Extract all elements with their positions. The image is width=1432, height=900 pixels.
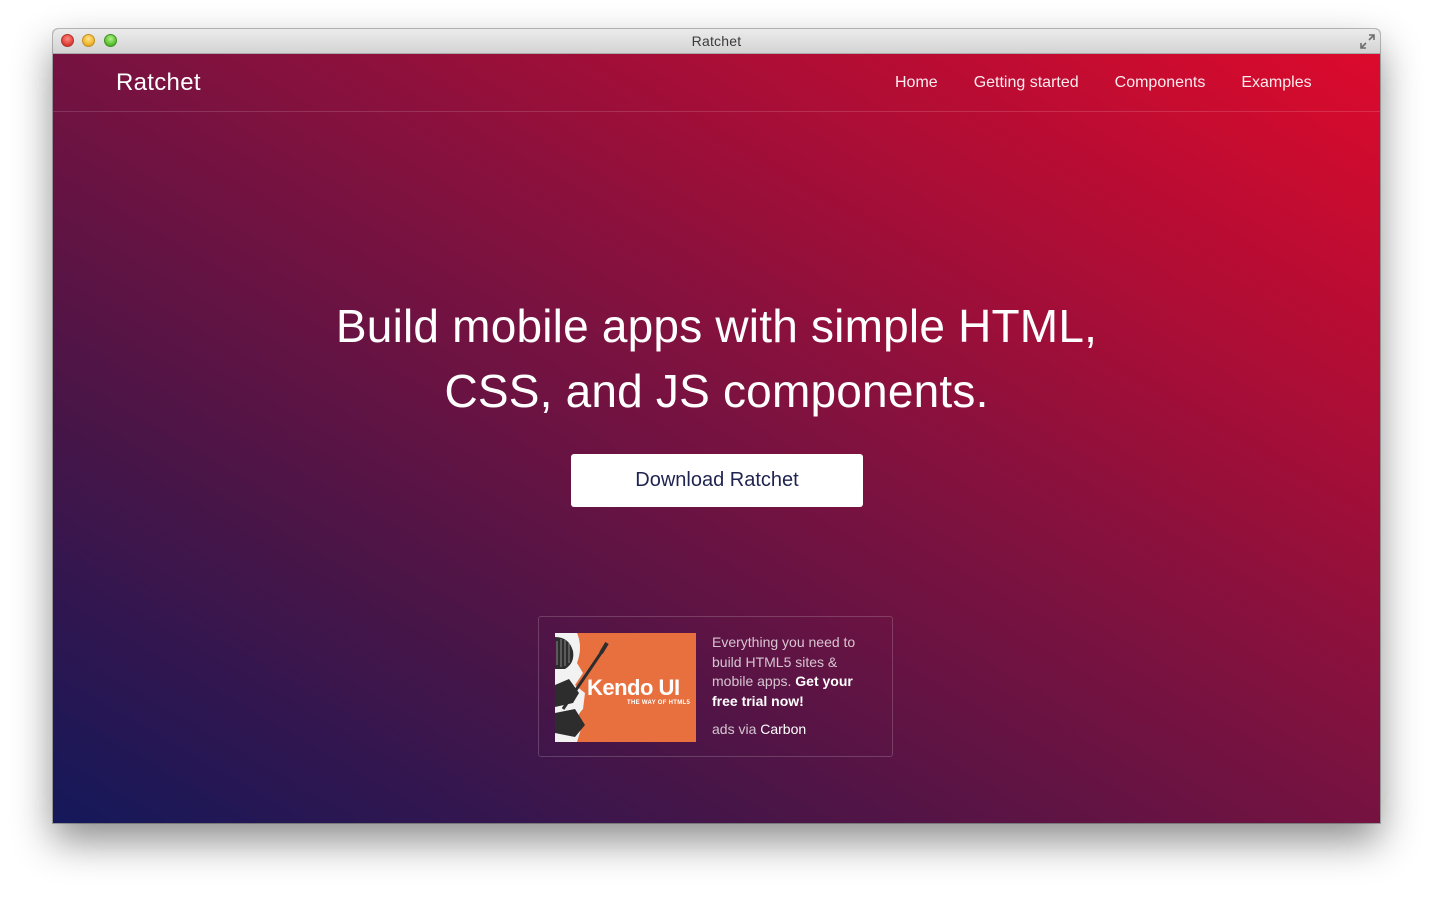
fullscreen-icon[interactable]	[1359, 33, 1376, 50]
carbon-ad: Kendo UI THE WAY OF HTML5 Everything you…	[538, 616, 893, 757]
hero-title-line-2: CSS, and JS components.	[444, 365, 989, 417]
hero-title: Build mobile apps with simple HTML, CSS,…	[53, 294, 1380, 424]
carbon-link[interactable]: Carbon	[760, 721, 806, 737]
nav-link-getting-started[interactable]: Getting started	[974, 74, 1079, 92]
ad-logo-text: Kendo UI	[587, 675, 680, 700]
hero-title-line-1: Build mobile apps with simple HTML,	[335, 300, 1098, 352]
ad-via-prefix: ads via	[712, 721, 757, 737]
browser-window: Ratchet Ratchet Home Getting started Com…	[53, 29, 1380, 823]
nav-link-components[interactable]: Components	[1115, 74, 1206, 92]
page-content: Ratchet Home Getting started Components …	[53, 54, 1380, 823]
brand-link[interactable]: Ratchet	[116, 69, 201, 97]
ad-description[interactable]: Everything you need to build HTML5 sites…	[712, 633, 872, 711]
ad-attribution: ads via Carbon	[712, 721, 806, 737]
window-title: Ratchet	[691, 33, 742, 49]
ad-tagline: THE WAY OF HTML5	[627, 700, 691, 706]
top-navbar: Ratchet Home Getting started Components …	[53, 54, 1380, 112]
download-button[interactable]: Download Ratchet	[571, 454, 863, 507]
main-nav: Home Getting started Components Examples	[895, 74, 1312, 92]
nav-link-home[interactable]: Home	[895, 74, 938, 92]
nav-link-examples[interactable]: Examples	[1241, 74, 1311, 92]
window-titlebar: Ratchet	[53, 29, 1380, 54]
ad-image[interactable]: Kendo UI THE WAY OF HTML5	[555, 633, 696, 742]
